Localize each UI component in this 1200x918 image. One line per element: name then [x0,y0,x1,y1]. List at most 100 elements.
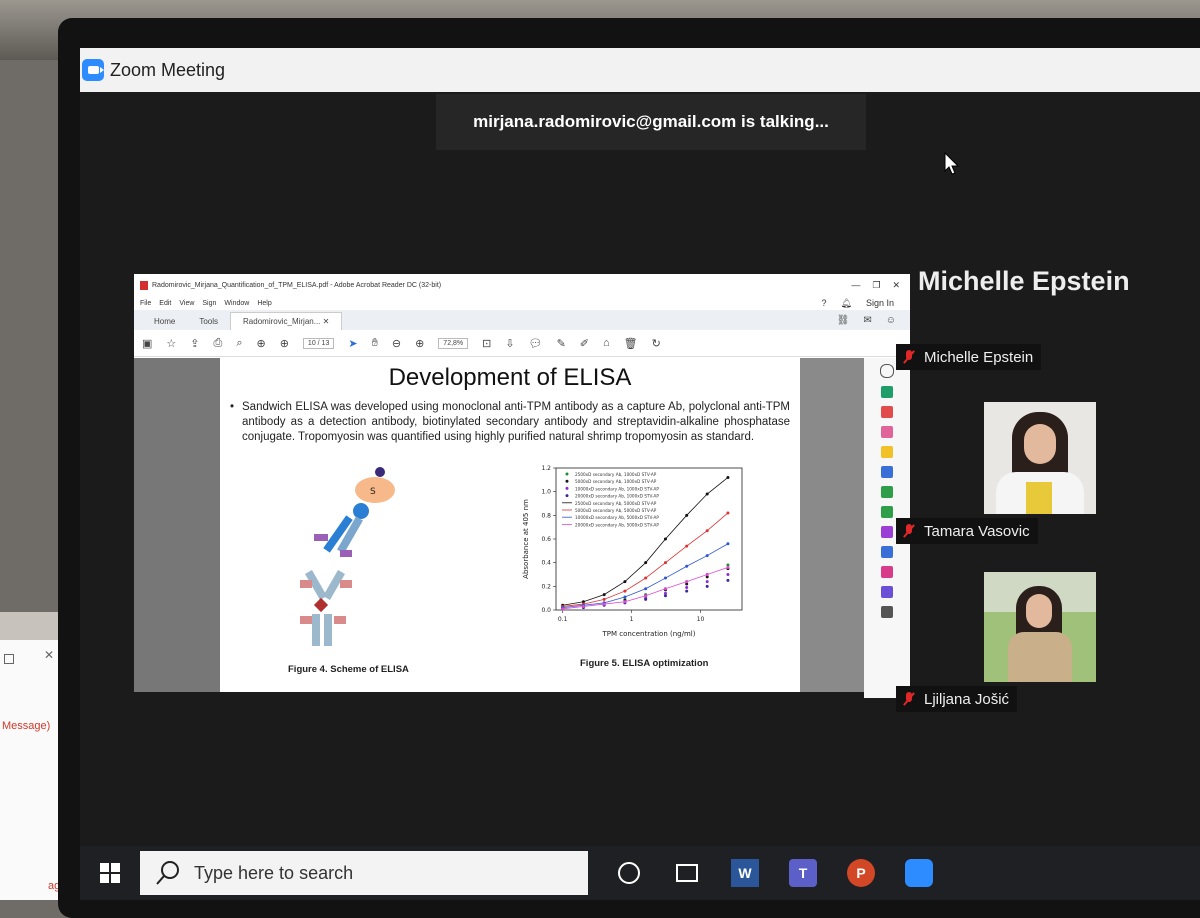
menu-edit[interactable]: Edit [159,300,171,307]
delete-icon[interactable]: 🗑︎ [624,337,638,350]
phone-close-icon[interactable]: ✕ [44,648,54,662]
sign-in-button[interactable]: Sign In [866,298,894,308]
comment-icon[interactable]: 💬︎ [529,337,543,350]
bell-icon[interactable]: 🔔︎ [841,298,852,309]
compress-icon[interactable] [881,566,893,578]
data-point [644,597,648,601]
menu-file[interactable]: File [140,300,151,307]
minimize-icon[interactable]: — [851,280,860,291]
participant-label[interactable]: Michelle Epstein [896,344,1042,370]
data-point [663,576,667,580]
taskbar-search-box[interactable]: Type here to search [140,851,588,895]
word-app-button[interactable]: W [728,856,762,890]
menu-view[interactable]: View [179,300,194,307]
tab-tools[interactable]: Tools [187,313,230,330]
data-point [663,587,667,591]
data-point [705,492,709,496]
highlight-icon[interactable]: ✎ [557,337,566,350]
search-placeholder: Type here to search [194,862,354,883]
organize-pages-icon[interactable] [881,486,893,498]
menu-window[interactable]: Window [224,300,249,307]
zoom-title-bar: Zoom Meeting [80,48,1200,92]
data-point [705,554,709,558]
mail-icon[interactable]: ✉︎ [863,315,871,326]
save-icon[interactable]: ▣ [142,337,152,350]
monitor-screen: Zoom Meeting mirjana.radomirovic@gmail.c… [80,48,1200,900]
create-pdf-icon[interactable] [881,406,893,418]
document-margin-left [134,358,220,692]
tab-document[interactable]: Radomirovic_Mirjan... ✕ [230,312,343,330]
acrobat-window-title: Radomirovic_Mirjana_Quantification_of_TP… [152,281,442,289]
more-tools-icon[interactable] [881,586,893,598]
data-point [561,607,565,611]
star-icon[interactable]: ☆ [166,337,176,350]
restore-icon[interactable]: ❐ [872,280,880,291]
upload-icon[interactable]: ⇪ [190,337,199,350]
page-up-icon[interactable]: ⊕ [256,337,265,350]
legend-entry: 20000xD secondary Ab, 1000xD STV-AP [575,494,659,499]
y-axis-label: Absorbance at 405 nm [522,499,530,579]
expand-pane-icon[interactable] [881,606,893,618]
start-button[interactable] [80,863,140,883]
task-view-button[interactable] [670,856,704,890]
participant-video [984,572,1096,682]
zoom-tool-icon[interactable] [880,364,894,378]
edit-pdf-icon[interactable] [881,426,893,438]
menu-sign[interactable]: Sign [202,300,216,307]
acrobat-menu-bar: File Edit View Sign Window Help ? 🔔︎ Sig… [134,296,910,310]
page-number-field[interactable]: 10 / 13 [302,337,335,349]
close-icon[interactable]: ✕ [892,280,900,291]
data-point [581,604,585,608]
scan-ocr-icon[interactable] [881,506,893,518]
print-icon[interactable]: ⎙ [214,337,223,350]
rotate-icon[interactable]: ↻ [652,337,661,350]
select-arrow-icon[interactable]: ➤ [348,337,357,350]
y-tick-label: 1.0 [541,489,551,496]
data-point [644,594,648,598]
tab-home[interactable]: Home [142,313,187,330]
powerpoint-app-button[interactable]: P [844,856,878,890]
figure-4-caption: Figure 4. Scheme of ELISA [288,664,409,675]
zoom-level-field[interactable]: 72,8% [438,337,469,349]
menu-help[interactable]: Help [257,300,271,307]
data-point [726,511,730,515]
teams-app-button[interactable]: T [786,856,820,890]
fit-page-icon[interactable]: ⊡ [482,337,491,350]
data-point [623,595,627,599]
export-pdf-icon[interactable] [881,386,893,398]
muted-mic-icon [902,524,916,538]
data-point [726,578,730,582]
draw-icon[interactable]: ✐ [580,337,589,350]
search-icon [156,861,179,885]
protect-icon[interactable] [881,546,893,558]
hand-icon[interactable]: ✋︎ [372,337,378,350]
zoom-out-icon[interactable]: ⊖ [392,337,401,350]
legend-entry: 20000xD secondary Ab, 5000xD STV-AP [575,522,659,527]
y-tick-label: 0.2 [541,583,551,590]
account-icon[interactable]: ☺︎ [886,315,896,326]
stamp-icon[interactable]: ⌂ [603,337,610,349]
share-link-icon[interactable]: ⛓︎ [837,315,850,326]
mouse-cursor-icon [944,152,960,175]
powerpoint-icon: P [847,859,875,887]
combine-files-icon[interactable] [881,466,893,478]
data-point [663,594,667,598]
fill-sign-icon[interactable] [881,526,893,538]
elisa-optimization-chart: 0.0 0.2 0.4 0.6 0.8 1.0 1.2 0.1 1 10TPM concentra… [522,465,743,638]
document-area: Development of ELISA Sandwich ELISA was … [134,358,910,698]
page-total: / 13 [317,339,330,347]
page-down-icon[interactable]: ⊕ [280,337,289,350]
zoom-in-icon[interactable]: ⊕ [415,337,424,350]
data-point [705,573,709,576]
participant-label[interactable]: Ljiljana Jošić [896,686,1018,712]
participant-name: Michelle Epstein [924,348,1034,366]
cortana-button[interactable] [612,856,646,890]
search-icon[interactable]: ⌕ [236,337,242,350]
figure-5-caption: Figure 5. ELISA optimization [580,658,709,669]
help-icon[interactable]: ? [822,298,827,308]
scroll-mode-icon[interactable]: ⇩ [505,337,514,350]
document-margin-right [800,358,864,692]
participant-label[interactable]: Tamara Vasovic [896,518,1038,544]
comment-tool-icon[interactable] [881,446,893,458]
zoom-app-button[interactable] [902,856,936,890]
